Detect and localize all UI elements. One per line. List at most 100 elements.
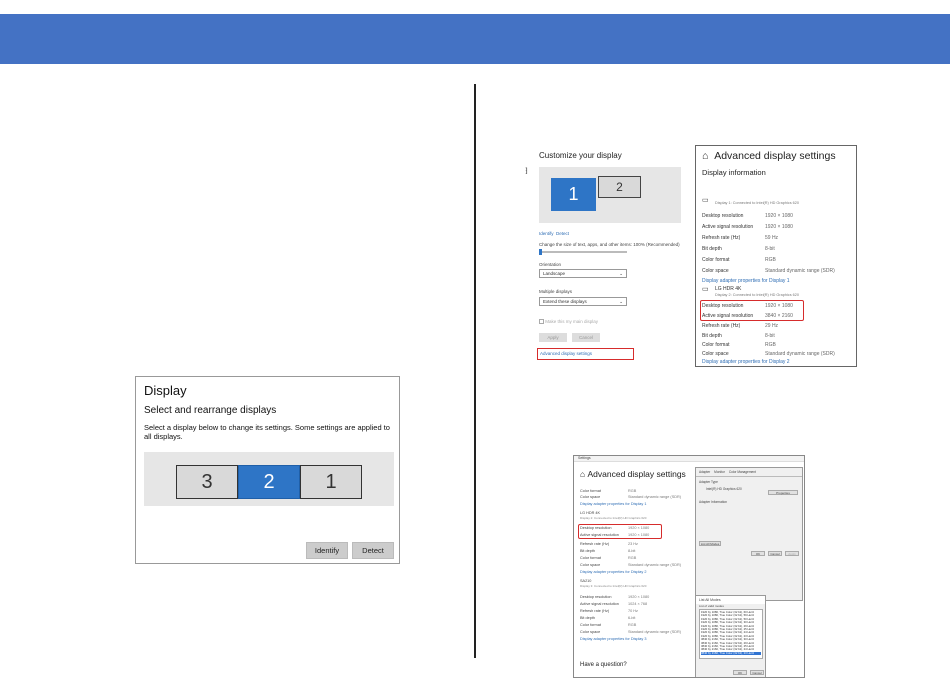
display1-adapter-link[interactable]: Display adapter properties for Display 1 xyxy=(702,278,852,284)
apply-button[interactable]: Apply xyxy=(539,333,567,342)
properties-button[interactable]: Properties xyxy=(768,490,798,495)
tab-monitor[interactable]: Monitor xyxy=(714,470,725,474)
detect-label[interactable]: Detect xyxy=(556,231,569,236)
scale-slider-thumb[interactable] xyxy=(539,249,542,255)
row-value: 1920 × 1080 xyxy=(765,213,793,219)
info-row: Desktop resolution 1920 × 1080 xyxy=(702,213,852,219)
monitor-3[interactable]: 3 xyxy=(176,465,238,499)
orientation-value: Landscape xyxy=(543,271,566,276)
modes-list[interactable]: 1920 by 1080, True Color (32 bit), 60 He… xyxy=(699,609,763,659)
list-all-modes-button[interactable]: List All Modes xyxy=(699,541,721,546)
monitor-1[interactable]: 1 xyxy=(300,465,362,499)
row-key: Color space xyxy=(580,563,601,567)
row-key: Refresh rate (Hz) xyxy=(580,542,610,546)
checkbox-icon[interactable] xyxy=(539,319,544,325)
resolution-highlight-box xyxy=(700,300,804,321)
row-value: RGB xyxy=(765,342,776,348)
row-key: Active signal resolution xyxy=(580,602,619,606)
identify-label[interactable]: Identify xyxy=(539,231,554,236)
info-row: Desktop resolution 1920 × 1080 xyxy=(580,595,700,599)
cancel-button[interactable]: Cancel xyxy=(572,333,600,342)
detect-button[interactable]: Detect xyxy=(352,542,394,559)
row-key: Bit depth xyxy=(580,616,595,620)
adapter-info-label: Adapter Information xyxy=(699,500,727,504)
info-row: Color space Standard dynamic range (SDR) xyxy=(580,630,700,634)
row-key: Color format xyxy=(702,342,730,348)
row-key: Refresh rate (Hz) xyxy=(702,235,741,241)
row-key: Color format xyxy=(580,489,601,493)
row-value: Standard dynamic range (SDR) xyxy=(765,268,835,274)
shot-title-row: ⌂ Advanced display settings xyxy=(580,469,686,479)
display1-caption: Display 1: Connected to Intel(R) HD Grap… xyxy=(715,201,799,205)
list-all-modes-dialog: List All Modes List of valid modes 1920 … xyxy=(695,595,766,677)
monitor-1[interactable]: 1 xyxy=(551,178,596,211)
list-caption: List of valid modes xyxy=(699,604,724,608)
ok-button[interactable]: OK xyxy=(733,670,747,675)
row-value: 8-bit xyxy=(628,549,636,553)
row-value: RGB xyxy=(628,556,637,560)
home-icon: ⌂ xyxy=(580,469,586,479)
display1-adapter-link[interactable]: Display adapter properties for Display 1 xyxy=(580,502,700,506)
resolution-highlight-box xyxy=(578,524,662,539)
row-value: Standard dynamic range (SDR) xyxy=(628,563,681,567)
chevron-down-icon: ⌄ xyxy=(619,271,623,276)
row-value: 70 Hz xyxy=(628,609,638,613)
info-row: Bit depth 8-bit xyxy=(580,549,700,553)
sa-name: SA210 xyxy=(580,579,592,583)
row-value: 1024 × 768 xyxy=(628,602,648,606)
row-value: 29 Hz xyxy=(765,323,779,329)
slide-header-bar xyxy=(0,14,950,64)
monitor-2[interactable]: 2 xyxy=(238,465,300,499)
row-key: Desktop resolution xyxy=(702,213,744,219)
display2-adapter-link[interactable]: Display adapter properties for Display 2 xyxy=(580,570,700,574)
adapter-type-label: Adapter Type xyxy=(699,480,718,484)
info-row: Refresh rate (Hz) 59 Hz xyxy=(702,235,852,241)
monitor-2[interactable]: 2 xyxy=(598,176,641,198)
display-information-heading: Display information xyxy=(702,168,766,177)
cancel-button[interactable]: Cancel xyxy=(750,670,764,675)
main-display-label: Make this my main display xyxy=(545,319,599,324)
sa-caption: Display 3: Connected to Intel(R) HD Grap… xyxy=(580,584,647,588)
display3-adapter-link[interactable]: Display adapter properties for Display 3 xyxy=(580,637,700,641)
have-question-heading: Have a question? xyxy=(580,662,627,668)
info-row: Color format RGB xyxy=(580,623,700,627)
info-row: Color space Standard dynamic range (SDR) xyxy=(580,563,700,567)
info-row: Refresh rate (Hz) 70 Hz xyxy=(580,609,700,613)
scale-slider[interactable] xyxy=(539,249,627,255)
settings-window-screenshot: Settings ⌂ Advanced display settings Col… xyxy=(573,455,805,678)
main-display-checkbox[interactable]: Make this my main display xyxy=(539,319,599,325)
info-row: Refresh rate (Hz) 29 Hz xyxy=(702,323,852,329)
rearrange-description: Select a display below to change its set… xyxy=(144,423,390,441)
row-value: Standard dynamic range (SDR) xyxy=(628,630,681,634)
tab-adapter[interactable]: Adapter xyxy=(699,470,710,474)
properties-tabs: Adapter Monitor Color Management xyxy=(696,468,802,477)
display-title: Display xyxy=(144,383,187,398)
tab-color-management[interactable]: Color Management xyxy=(729,470,756,474)
rearrange-heading: Select and rearrange displays xyxy=(144,405,277,416)
advanced-display-settings-panel: ⌂ Advanced display settings Display info… xyxy=(695,145,857,367)
multiple-displays-dropdown[interactable]: Extend these displays ⌄ xyxy=(539,297,627,306)
home-icon: ⌂ xyxy=(702,150,709,162)
advanced-display-settings-link[interactable]: Advanced display settings xyxy=(537,348,634,360)
row-value: 1920 × 1080 xyxy=(765,224,793,230)
identify-button[interactable]: Identify xyxy=(306,542,348,559)
advanced-title-row: ⌂ Advanced display settings xyxy=(702,150,850,162)
row-key: Color space xyxy=(702,351,729,357)
row-value: 23 Hz xyxy=(628,542,638,546)
list-dialog-title: List All Modes xyxy=(696,596,765,604)
monitor-arrangement-area[interactable]: 3 2 1 xyxy=(144,452,394,506)
list-item-selected[interactable]: 3840 by 2160, True Color (32 bit), 23 He… xyxy=(701,651,761,656)
display-settings-panel: Display Select and rearrange displays Se… xyxy=(135,376,400,564)
display2-adapter-link[interactable]: Display adapter properties for Display 2 xyxy=(702,359,852,365)
monitor-icon: ▭ xyxy=(702,197,709,204)
scale-label: Change the size of text, apps, and other… xyxy=(539,242,680,247)
row-value: RGB xyxy=(765,257,776,263)
info-row: Color format RGB xyxy=(580,489,700,493)
apply-button[interactable]: Apply xyxy=(785,551,799,556)
cancel-button[interactable]: Cancel xyxy=(768,551,782,556)
identify-link[interactable]: Identify Detect xyxy=(539,231,569,236)
ok-button[interactable]: OK xyxy=(751,551,765,556)
row-value: RGB xyxy=(628,623,637,627)
orientation-dropdown[interactable]: Landscape ⌄ xyxy=(539,269,627,278)
window-titlebar: Settings xyxy=(574,456,804,462)
